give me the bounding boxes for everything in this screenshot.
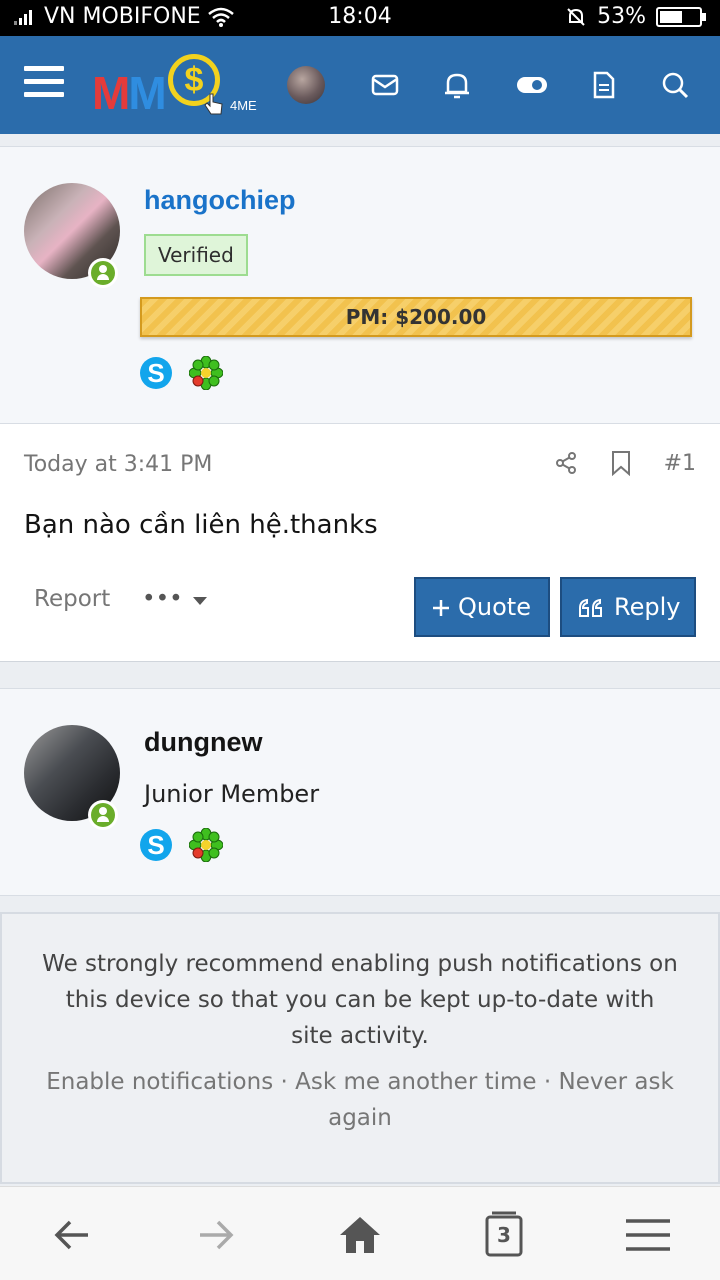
user-avatar[interactable] bbox=[287, 66, 325, 104]
mute-bell-icon bbox=[567, 7, 585, 26]
post-number[interactable]: #1 bbox=[664, 451, 696, 476]
pointer-hand-icon bbox=[204, 93, 223, 115]
notice-message: We strongly recommend enabling push noti… bbox=[42, 951, 678, 1049]
home-icon[interactable] bbox=[330, 1207, 390, 1263]
post-actions: #1 bbox=[554, 450, 696, 476]
plus-icon bbox=[433, 600, 449, 616]
battery-icon bbox=[656, 6, 706, 27]
enable-notifications-link[interactable]: Enable notifications bbox=[46, 1069, 273, 1095]
user-username[interactable]: dungnew bbox=[144, 727, 262, 758]
bell-icon[interactable] bbox=[438, 66, 476, 104]
icq-icon[interactable] bbox=[189, 356, 223, 390]
share-icon[interactable] bbox=[554, 451, 578, 475]
status-bar: VN MOBIFONE 18:04 53% bbox=[0, 0, 720, 36]
tabs-button[interactable]: 3 bbox=[474, 1207, 534, 1263]
ask-later-link[interactable]: Ask me another time bbox=[295, 1069, 536, 1095]
report-link[interactable]: Report bbox=[34, 586, 110, 612]
logo-tag: 4ME bbox=[230, 98, 257, 113]
icq-icon[interactable] bbox=[189, 828, 223, 862]
site-logo[interactable]: MM $ 4ME bbox=[92, 52, 262, 122]
search-icon[interactable] bbox=[656, 66, 694, 104]
mail-icon[interactable] bbox=[366, 66, 404, 104]
pm-banner: PM: $200.00 bbox=[140, 297, 692, 337]
menu-icon[interactable] bbox=[618, 1207, 678, 1263]
bookmark-icon[interactable] bbox=[610, 450, 632, 476]
browser-nav-bar: 3 bbox=[0, 1186, 720, 1280]
push-notice: We strongly recommend enabling push noti… bbox=[0, 912, 720, 1184]
tabs-count: 3 bbox=[497, 1223, 511, 1247]
battery-percent: 53% bbox=[597, 4, 646, 29]
app-header: MM $ 4ME bbox=[0, 36, 720, 134]
document-icon[interactable] bbox=[584, 66, 622, 104]
skype-icon[interactable]: S bbox=[140, 829, 172, 861]
skype-icon[interactable]: S bbox=[140, 357, 172, 389]
quote-marks-icon bbox=[579, 598, 602, 617]
author-username[interactable]: hangochiep bbox=[144, 185, 296, 216]
verified-badge: Verified bbox=[144, 234, 248, 276]
online-indicator-icon bbox=[88, 258, 118, 288]
post-timestamp[interactable]: Today at 3:41 PM bbox=[24, 452, 212, 477]
forward-icon[interactable] bbox=[186, 1207, 246, 1263]
reply-button[interactable]: Reply bbox=[560, 577, 696, 637]
toggle-icon[interactable] bbox=[512, 66, 550, 104]
back-icon[interactable] bbox=[42, 1207, 102, 1263]
online-indicator-icon bbox=[88, 800, 118, 830]
caret-down-icon bbox=[193, 597, 208, 605]
quote-button[interactable]: Quote bbox=[414, 577, 550, 637]
user-role: Junior Member bbox=[144, 780, 320, 808]
notice-options: Enable notifications · Ask me another ti… bbox=[46, 1069, 674, 1131]
menu-button[interactable] bbox=[24, 66, 64, 100]
post-body: Bạn nào cần liên hệ.thanks bbox=[24, 510, 378, 540]
more-options-button[interactable]: ••• bbox=[142, 586, 208, 612]
